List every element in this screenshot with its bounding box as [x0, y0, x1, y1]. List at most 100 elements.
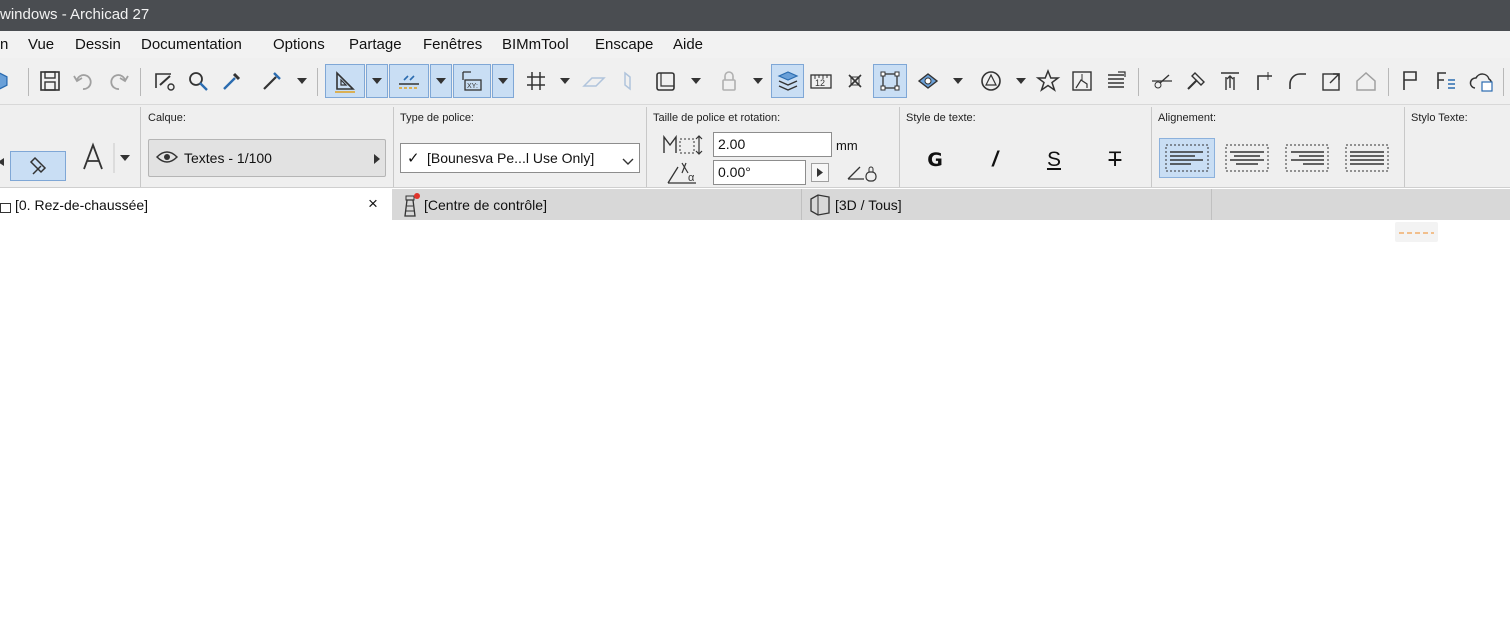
navigator-preview[interactable]	[1395, 222, 1438, 242]
view-3d-box-icon[interactable]	[650, 64, 682, 98]
grid-snap-icon[interactable]	[520, 64, 552, 98]
align-right-button[interactable]	[1279, 138, 1335, 178]
align-left-button[interactable]	[1159, 138, 1215, 178]
fillet-icon[interactable]	[1282, 64, 1314, 98]
anchor-point-button[interactable]	[10, 151, 66, 181]
dimension-icon[interactable]: 12	[805, 64, 837, 98]
rotate-object-icon[interactable]	[912, 64, 944, 98]
menu-item-partage[interactable]: Partage	[349, 36, 402, 53]
text-a-icon	[83, 142, 130, 173]
elevation-view-icon[interactable]	[1066, 64, 1098, 98]
menu-item-bimmtool[interactable]: BIMmTool	[502, 36, 569, 53]
menu-item-dessin[interactable]: Dessin	[75, 36, 121, 53]
tab-floor-plan[interactable]: [0. Rez-de-chaussée] ×	[0, 189, 392, 220]
bold-button[interactable]: G	[915, 143, 955, 177]
font-size-rotation-label: Taille de police et rotation:	[653, 112, 781, 124]
rotation-options-button[interactable]	[811, 163, 829, 182]
vertical-plane-icon[interactable]	[611, 64, 643, 98]
menu-item-fenetres[interactable]: Fenêtres	[423, 36, 482, 53]
3d-window-icon[interactable]	[0, 64, 12, 98]
rotate-dropdown-icon[interactable]	[950, 64, 966, 98]
italic-button[interactable]: /	[975, 143, 1015, 177]
menu-bar: n Vue Dessin Documentation Options Parta…	[0, 31, 1510, 58]
tab-3d-view[interactable]: [3D / Tous]	[802, 189, 1212, 220]
font-size-unit: mm	[836, 138, 858, 153]
menu-item-options[interactable]: Options	[273, 36, 325, 53]
svg-text:12: 12	[815, 78, 825, 88]
align-center-button[interactable]	[1219, 138, 1275, 178]
align-justify-button[interactable]	[1339, 138, 1395, 178]
find-select-icon[interactable]	[182, 64, 214, 98]
3d-view-icon	[808, 193, 832, 220]
dashed-line-icon	[1399, 232, 1434, 234]
rotation-input[interactable]: 0.00°	[713, 160, 806, 185]
tab-3d-view-label: [3D / Tous]	[835, 197, 902, 213]
menu-item-enscape[interactable]: Enscape	[595, 36, 653, 53]
menu-item-aide[interactable]: Aide	[673, 36, 703, 53]
save-icon[interactable]	[34, 64, 66, 98]
menu-item-partial[interactable]: n	[0, 36, 8, 53]
alignment-label: Alignement:	[1158, 112, 1217, 124]
floor-plan-icon	[0, 200, 12, 216]
syringe-icon[interactable]	[256, 64, 288, 98]
tab-control-center[interactable]: [Centre de contrôle]	[392, 189, 802, 220]
text-pen-label: Stylo Texte:	[1411, 112, 1468, 124]
circle-shape-icon[interactable]	[975, 64, 1007, 98]
snap-guides-dropdown-icon[interactable]	[430, 64, 452, 98]
selection-frame-icon[interactable]	[873, 64, 907, 98]
hammer-icon[interactable]	[1180, 64, 1212, 98]
text-style-label: Style de texte:	[906, 112, 976, 124]
adjust-elements-icon[interactable]	[1214, 64, 1246, 98]
ruler-guide-dropdown-icon[interactable]	[366, 64, 388, 98]
svg-text:XY:: XY:	[467, 83, 478, 90]
favorites-star-icon[interactable]	[1032, 64, 1064, 98]
layer-stack-icon[interactable]	[771, 64, 804, 98]
eyedropper-icon[interactable]	[216, 64, 248, 98]
menu-item-documentation[interactable]: Documentation	[141, 36, 242, 53]
layer-selector[interactable]: Textes - 1/100	[148, 139, 386, 177]
font-size-input[interactable]: 2.00	[713, 132, 832, 157]
plane-icon[interactable]	[577, 64, 609, 98]
svg-text:α: α	[688, 172, 695, 184]
undo-icon[interactable]	[68, 64, 100, 98]
text-list-icon[interactable]	[1430, 64, 1462, 98]
intersect-icon[interactable]	[1248, 64, 1280, 98]
text-tool-button[interactable]	[70, 139, 132, 177]
lock-icon[interactable]	[713, 64, 745, 98]
coordinate-input-icon[interactable]: XY:	[453, 64, 491, 98]
resize-icon[interactable]	[1316, 64, 1348, 98]
layers-stack-icon[interactable]	[1100, 64, 1132, 98]
chevron-down-icon	[622, 153, 634, 169]
strikethrough-button[interactable]: T	[1095, 143, 1135, 177]
redo-icon[interactable]	[102, 64, 134, 98]
align-center-icon	[1225, 144, 1269, 172]
syringe-dropdown-icon[interactable]	[294, 64, 310, 98]
layer-value: Textes - 1/100	[184, 150, 272, 166]
lighthouse-icon	[398, 192, 420, 221]
font-type-value: [Bounesva Pe...l Use Only]	[427, 150, 595, 166]
circle-dropdown-icon[interactable]	[1013, 64, 1029, 98]
lock-dropdown-icon[interactable]	[750, 64, 766, 98]
layer-label: Calque:	[148, 112, 186, 124]
roof-icon[interactable]	[1350, 64, 1382, 98]
split-icon[interactable]	[1146, 64, 1178, 98]
font-type-select[interactable]: ✓ [Bounesva Pe...l Use Only]	[400, 143, 640, 173]
ruler-guide-icon[interactable]	[325, 64, 365, 98]
view-3d-dropdown-icon[interactable]	[688, 64, 704, 98]
coordinate-dropdown-icon[interactable]	[492, 64, 514, 98]
menu-item-vue[interactable]: Vue	[28, 36, 54, 53]
close-tab-button[interactable]: ×	[368, 194, 378, 214]
arrow-left-icon[interactable]	[0, 149, 8, 175]
text-anchor-icon	[29, 156, 47, 175]
text-rotation-icon: α	[664, 159, 704, 188]
underline-button[interactable]: S	[1034, 143, 1074, 177]
drawing-canvas[interactable]	[0, 220, 1510, 618]
grid-dropdown-icon[interactable]	[557, 64, 573, 98]
scale-icon[interactable]	[839, 64, 871, 98]
angle-lock-icon[interactable]	[846, 163, 880, 186]
pick-up-parameters-icon[interactable]	[148, 64, 180, 98]
snap-guides-icon[interactable]	[389, 64, 429, 98]
cloud-sync-icon[interactable]	[1466, 64, 1498, 98]
flag-icon[interactable]	[1394, 64, 1426, 98]
arrow-right-icon	[373, 152, 381, 168]
